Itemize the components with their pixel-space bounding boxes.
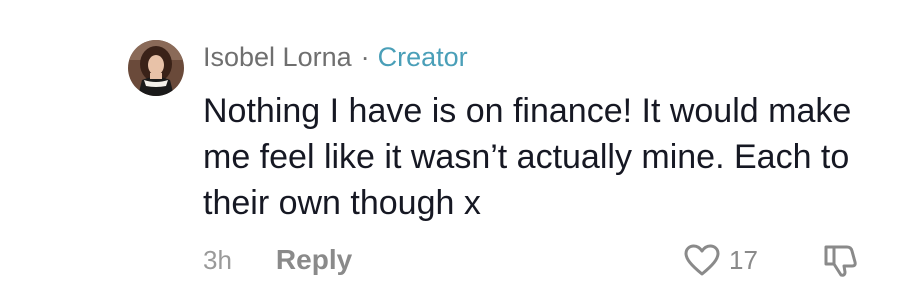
author-name[interactable]: Isobel Lorna (203, 42, 352, 73)
comment-header: Isobel Lorna · Creator (203, 40, 468, 74)
creator-badge: Creator (377, 41, 468, 72)
like-count: 17 (729, 244, 758, 275)
header-separator: · (360, 41, 370, 72)
like-button[interactable]: 17 (683, 240, 758, 280)
avatar[interactable] (128, 40, 184, 96)
thumbs-down-outline-icon[interactable] (820, 240, 860, 280)
heart-outline-icon[interactable] (683, 243, 721, 277)
comment-meta: 3h Reply (203, 240, 352, 280)
comment-timestamp: 3h (203, 244, 232, 275)
comment-item: Isobel Lorna · Creator Nothing I have is… (0, 0, 900, 294)
comment-text: Nothing I have is on finance! It would m… (203, 92, 852, 222)
avatar-image (128, 40, 184, 96)
reply-button[interactable]: Reply (276, 244, 352, 276)
